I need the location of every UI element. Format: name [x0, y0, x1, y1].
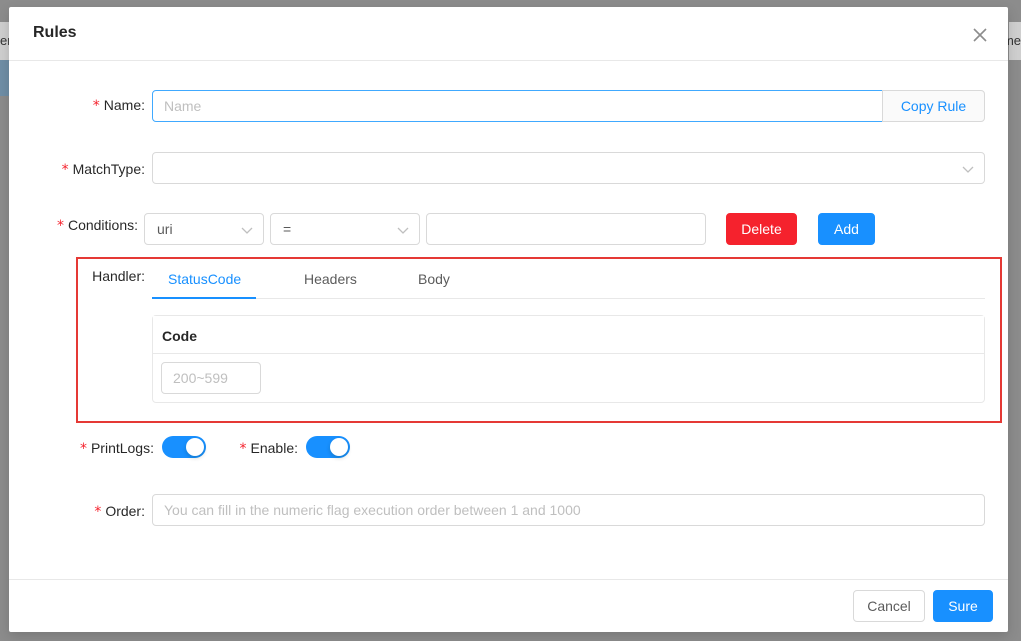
enable-label: * Enable:: [239, 440, 298, 457]
printlogs-label: * PrintLogs:: [79, 440, 154, 457]
enable-switch[interactable]: [306, 436, 350, 458]
tab-statuscode[interactable]: StatusCode: [168, 271, 241, 287]
chevron-down-icon: [397, 227, 409, 234]
status-code-input[interactable]: [161, 362, 261, 394]
matchtype-select[interactable]: [152, 152, 985, 184]
close-icon: [973, 28, 987, 42]
sure-button[interactable]: Sure: [933, 590, 993, 622]
matchtype-label: * MatchType:: [61, 161, 145, 178]
handler-label: Handler:: [92, 268, 145, 284]
modal-title: Rules: [33, 24, 77, 41]
table-header-code: Code: [153, 316, 984, 354]
switch-knob: [186, 438, 204, 456]
chevron-down-icon: [962, 166, 974, 173]
cancel-button[interactable]: Cancel: [853, 590, 925, 622]
name-input[interactable]: [152, 90, 883, 122]
switch-knob: [330, 438, 348, 456]
order-input[interactable]: [152, 494, 985, 526]
condition-param-type-select[interactable]: uri: [144, 213, 264, 245]
order-label: * Order:: [94, 503, 145, 520]
conditions-label: * Conditions:: [56, 217, 138, 234]
name-label: * Name:: [92, 97, 145, 114]
condition-value-input[interactable]: [426, 213, 706, 245]
tab-headers[interactable]: Headers: [304, 271, 357, 287]
condition-operator-select[interactable]: =: [270, 213, 420, 245]
add-condition-button[interactable]: Add: [818, 213, 875, 245]
handler-tabs: StatusCode Headers Body: [152, 264, 985, 299]
chevron-down-icon: [241, 227, 253, 234]
printlogs-switch[interactable]: [162, 436, 206, 458]
statuscode-table: Code: [152, 315, 985, 403]
condition-param-type-value: uri: [157, 221, 173, 237]
rules-modal: Rules *Name: Copy Rule *MatchType: *Cond…: [9, 7, 1008, 632]
active-tab-indicator: [152, 297, 256, 299]
close-button[interactable]: [966, 21, 994, 49]
modal-header: Rules: [9, 7, 1008, 61]
condition-operator-value: =: [283, 221, 292, 237]
copy-rule-button[interactable]: Copy Rule: [882, 90, 985, 122]
delete-condition-button[interactable]: Delete: [726, 213, 797, 245]
modal-footer: Cancel Sure: [9, 579, 1008, 632]
tab-body[interactable]: Body: [418, 271, 450, 287]
